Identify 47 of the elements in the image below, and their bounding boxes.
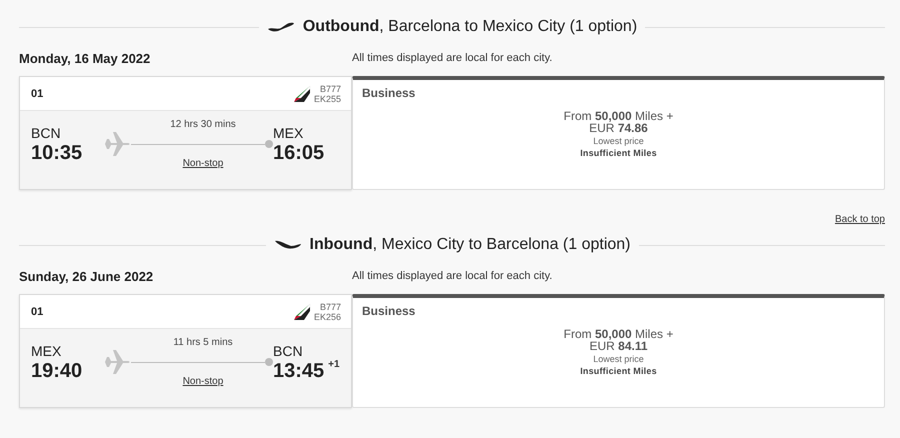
flight-number: EK256 <box>314 312 341 322</box>
flight-card[interactable]: 01 B777 EK255 BCN 10:35 12 hrs 30 mins Non-stop MEX 16:05 <box>19 76 352 190</box>
departure-time: 10:35 <box>31 141 84 165</box>
arrival-time: 16:05 <box>273 141 324 165</box>
section-title: Inbound, Mexico City to Barcelona (1 option) <box>310 236 630 254</box>
fare-status: Insufficient Miles <box>580 148 657 158</box>
arrival-dot <box>265 358 273 366</box>
timezone-note: All times displayed are local for each city. <box>352 52 552 64</box>
aircraft-type: B777 <box>318 84 341 94</box>
arrival-time: 13:45 <box>273 359 324 383</box>
flight-date: Monday, 16 May 2022 <box>19 50 152 66</box>
airport-code: MEX <box>273 125 304 141</box>
plane-icon <box>103 349 131 375</box>
airport-code: MEX <box>31 343 62 359</box>
option-number: 01 <box>31 306 44 318</box>
airport-code: BCN <box>273 343 304 359</box>
landing-plane-icon <box>274 239 302 251</box>
plane-icon <box>103 131 131 157</box>
back-to-top-link[interactable]: Back to top <box>834 214 885 230</box>
flight-duration: 11 hrs 5 mins <box>173 337 233 348</box>
fare-card[interactable]: Business From 50,000 Miles + EUR 84.11 Lowest price Insufficient Miles <box>352 294 885 408</box>
flight-duration: 12 hrs 30 mins <box>170 119 236 130</box>
price-note: Lowest price <box>593 354 644 364</box>
arrival-dot <box>265 140 273 148</box>
aircraft-type: B777 <box>318 302 341 312</box>
airline-logo-icon <box>292 84 312 104</box>
fare-card[interactable]: Business From 50,000 Miles + EUR 74.86 Lowest price Insufficient Miles <box>352 76 885 190</box>
cabin-class: Business <box>362 86 416 100</box>
cabin-class: Business <box>362 304 416 318</box>
departure-time: 19:40 <box>31 359 84 383</box>
miles-price: From 50,000 Miles + <box>564 110 674 122</box>
stops-link[interactable]: Non-stop <box>182 376 224 387</box>
day-offset: +1 <box>328 359 340 371</box>
miles-price: From 50,000 Miles + <box>564 328 674 340</box>
cash-price: EUR 84.11 <box>589 340 648 352</box>
flight-number: EK255 <box>314 94 341 104</box>
option-number: 01 <box>31 88 44 100</box>
stops-link[interactable]: Non-stop <box>182 158 224 169</box>
section-title: Outbound, Barcelona to Mexico City (1 option) <box>302 18 638 36</box>
flight-date: Sunday, 26 June 2022 <box>19 268 154 284</box>
price-note: Lowest price <box>593 136 644 146</box>
timezone-note: All times displayed are local for each city. <box>352 270 552 282</box>
airline-logo-icon <box>292 302 312 322</box>
takeoff-plane-icon <box>266 21 295 33</box>
airport-code: BCN <box>31 125 62 141</box>
fare-status: Insufficient Miles <box>580 366 657 376</box>
cash-price: EUR 74.86 <box>589 122 648 134</box>
